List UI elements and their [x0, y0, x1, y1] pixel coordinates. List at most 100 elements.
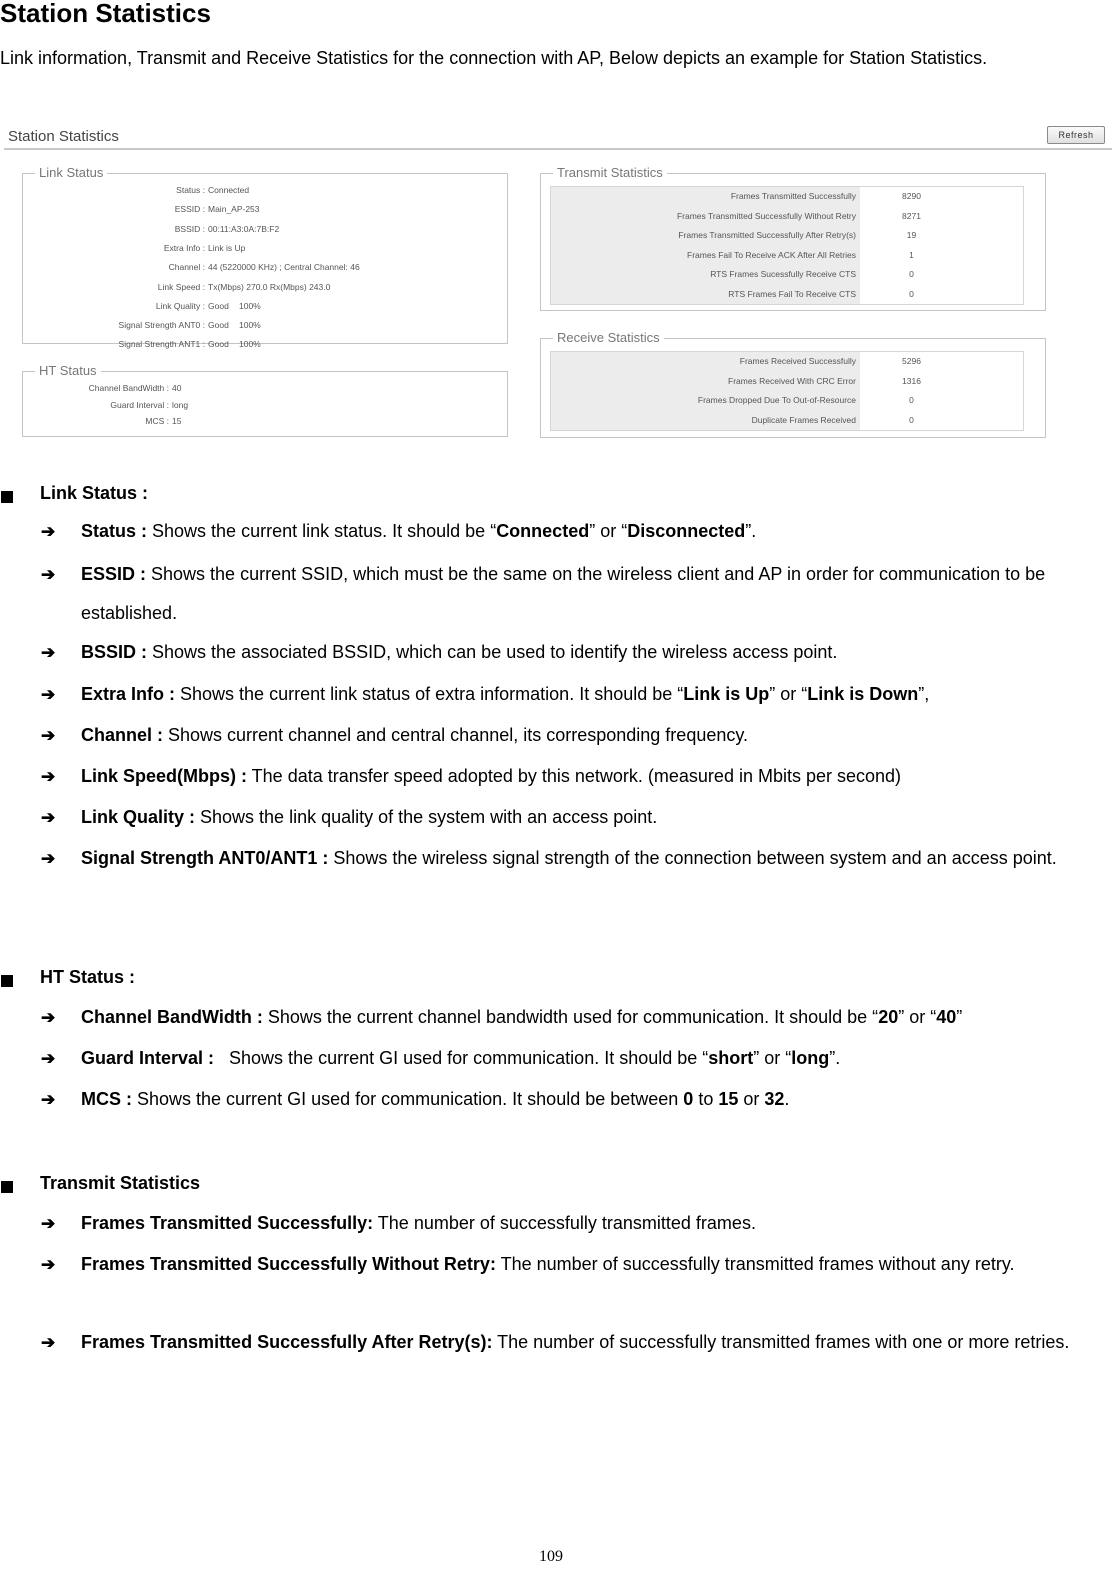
square-bullet-icon	[1, 1181, 13, 1193]
stat-value: 1	[860, 245, 1023, 265]
arrow-right-icon: ➔	[41, 726, 56, 745]
arrow-right-icon: ➔	[41, 1333, 56, 1352]
ht-status-legend: HT Status	[35, 363, 101, 378]
transmit-statistics-row: Frames Transmitted Successfully Without …	[551, 206, 1023, 226]
ht-status-row: MCS :15	[23, 416, 181, 426]
emphasized-value: 40	[936, 1007, 957, 1027]
section-title-transmit-statistics: Transmit Statistics	[40, 1173, 201, 1193]
definition-text: Link Speed(Mbps) : The data transfer spe…	[81, 766, 902, 786]
stat-value: 0	[860, 284, 1023, 304]
arrow-right-icon: ➔	[41, 1255, 56, 1274]
ht-status-row: Guard Interval : long	[23, 400, 188, 410]
definition-text: Extra Info : Shows the current link stat…	[81, 684, 930, 704]
definition-item: ➔ Frames Transmitted Successfully After R…	[41, 1323, 1101, 1362]
definition-term: Channel :	[81, 725, 164, 745]
transmit-statistics-row: Frames Transmitted Successfully After Re…	[551, 226, 1023, 246]
transmit-statistics-panel: Transmit Statistics Frames Transmitted S…	[540, 165, 1046, 311]
emphasized-value: 0	[683, 1089, 694, 1109]
arrow-right-icon: ➔	[41, 808, 56, 827]
row-value: 00:11:A3:0A:7B:F2	[208, 223, 280, 234]
definition-text: Frames Transmitted Successfully After Re…	[81, 1332, 1070, 1352]
stat-value: 1316	[860, 371, 1023, 391]
definition-term: Link Quality :	[81, 807, 196, 827]
arrow-right-icon: ➔	[41, 1214, 56, 1233]
stat-value: 0	[860, 410, 1023, 430]
definition-term: Frames Transmitted Successfully:	[81, 1213, 374, 1233]
square-bullet-icon	[1, 975, 13, 987]
link-status-row: Link Quality : Good 100%	[23, 301, 503, 311]
definition-item: ➔ MCS : Shows the current GI used for com…	[41, 1080, 1101, 1119]
link-status-row: Status : Connected	[23, 185, 503, 195]
definition-item: ➔ Frames Transmitted Successfully: The nu…	[41, 1204, 1101, 1243]
row-key: Link Quality :	[155, 300, 205, 311]
stat-label: RTS Frames Sucessfully Receive CTS	[551, 265, 860, 285]
link-status-row: ESSID : Main_AP-253	[23, 204, 503, 214]
definition-text: Channel : Shows current channel and cent…	[81, 725, 749, 745]
stat-label: Frames Transmitted Successfully After Re…	[551, 226, 860, 246]
row-key: Extra Info :	[163, 242, 205, 253]
row-value: Link is Up	[208, 242, 246, 253]
emphasized-value: long	[791, 1048, 830, 1068]
receive-statistics-row: Frames Received Successfully 5296	[551, 352, 1023, 372]
definition-text: Link Quality : Shows the link quality of…	[81, 807, 658, 827]
row-value: Good	[208, 339, 229, 350]
row-percent: 100%	[239, 320, 261, 331]
emphasized-value: Connected	[496, 521, 590, 541]
definition-text: Guard Interval : Shows the current GI us…	[81, 1048, 841, 1068]
row-key: Link Speed :	[157, 281, 205, 292]
title-divider	[4, 148, 1112, 150]
arrow-right-icon: ➔	[41, 643, 56, 662]
definition-item: ➔ Frames Transmitted Successfully Without…	[41, 1245, 1101, 1284]
transmit-statistics-row: RTS Frames Fail To Receive CTS 0	[551, 284, 1023, 304]
receive-statistics-row: Duplicate Frames Received 0	[551, 410, 1023, 430]
stat-label: Frames Transmitted Successfully	[551, 187, 860, 207]
definition-item: ➔ Guard Interval : Shows the current GI u…	[41, 1039, 1101, 1078]
definition-text: MCS : Shows the current GI used for comm…	[81, 1089, 790, 1109]
row-percent: 100%	[239, 300, 261, 311]
arrow-right-icon: ➔	[41, 565, 56, 584]
receive-statistics-row: Frames Dropped Due To Out-of-Resource 0	[551, 391, 1023, 411]
definition-item: ➔ Channel BandWidth : Shows the current c…	[41, 998, 1101, 1037]
station-statistics-screenshot: Station Statistics Refresh Link Status S…	[4, 122, 1112, 452]
stat-value: 0	[860, 265, 1023, 285]
definition-item: ➔ BSSID : Shows the associated BSSID, whi…	[41, 633, 1101, 672]
emphasized-value: short	[708, 1048, 754, 1068]
emphasized-value: 15	[718, 1089, 739, 1109]
arrow-right-icon: ➔	[41, 1049, 56, 1068]
refresh-button[interactable]: Refresh	[1047, 126, 1105, 144]
row-value: 44 (5220000 KHz) ; Central Channel: 46	[208, 262, 360, 273]
arrow-right-icon: ➔	[41, 1008, 56, 1027]
definition-term: Channel BandWidth :	[81, 1007, 263, 1027]
page-heading: Station Statistics	[0, 0, 211, 28]
definition-term: Link Speed(Mbps) :	[81, 766, 247, 786]
intro-paragraph: Link information, Transmit and Receive S…	[0, 48, 988, 68]
arrow-right-icon: ➔	[41, 522, 56, 541]
stat-value: 8271	[860, 206, 1023, 226]
link-status-row: BSSID :00:11:A3:0A:7B:F2	[23, 224, 503, 234]
ht-status-row: Channel BandWidth :40	[23, 383, 182, 393]
row-percent: 100%	[239, 339, 261, 350]
definition-term: ESSID :	[81, 564, 147, 584]
stat-value: 0	[860, 391, 1023, 411]
stat-label: Duplicate Frames Received	[551, 410, 860, 430]
stat-label: RTS Frames Fail To Receive CTS	[551, 284, 860, 304]
receive-statistics-panel: Receive Statistics Frames Received Succe…	[540, 330, 1046, 438]
definition-item: ➔ Link Speed(Mbps) : The data transfer sp…	[41, 757, 1101, 796]
row-value: Tx(Mbps) 270.0 Rx(Mbps) 243.0	[208, 281, 331, 292]
emphasized-value: Disconnected	[627, 521, 746, 541]
definition-text: Frames Transmitted Successfully: The num…	[81, 1213, 756, 1233]
stat-label: Frames Transmitted Successfully Without …	[551, 206, 860, 226]
stat-label: Frames Received Successfully	[551, 352, 860, 372]
definition-text: BSSID : Shows the associated BSSID, whic…	[81, 642, 838, 662]
stat-label: Frames Dropped Due To Out-of-Resource	[551, 391, 860, 411]
transmit-statistics-table: Frames Transmitted Successfully 8290 Frame…	[550, 186, 1024, 305]
row-key: Signal Strength ANT0 :	[118, 320, 205, 331]
definition-term: Frames Transmitted Successfully Without …	[81, 1254, 496, 1274]
definition-term: Extra Info :	[81, 684, 176, 704]
arrow-right-icon: ➔	[41, 849, 56, 868]
link-status-panel: Link Status Status : Connected ESSID : Main…	[22, 165, 508, 349]
definition-term: Guard Interval :	[81, 1048, 215, 1068]
definition-term: BSSID :	[81, 642, 148, 662]
transmit-statistics-legend: Transmit Statistics	[553, 165, 667, 180]
receive-statistics-table: Frames Received Successfully 5296 Frames R…	[550, 351, 1024, 431]
